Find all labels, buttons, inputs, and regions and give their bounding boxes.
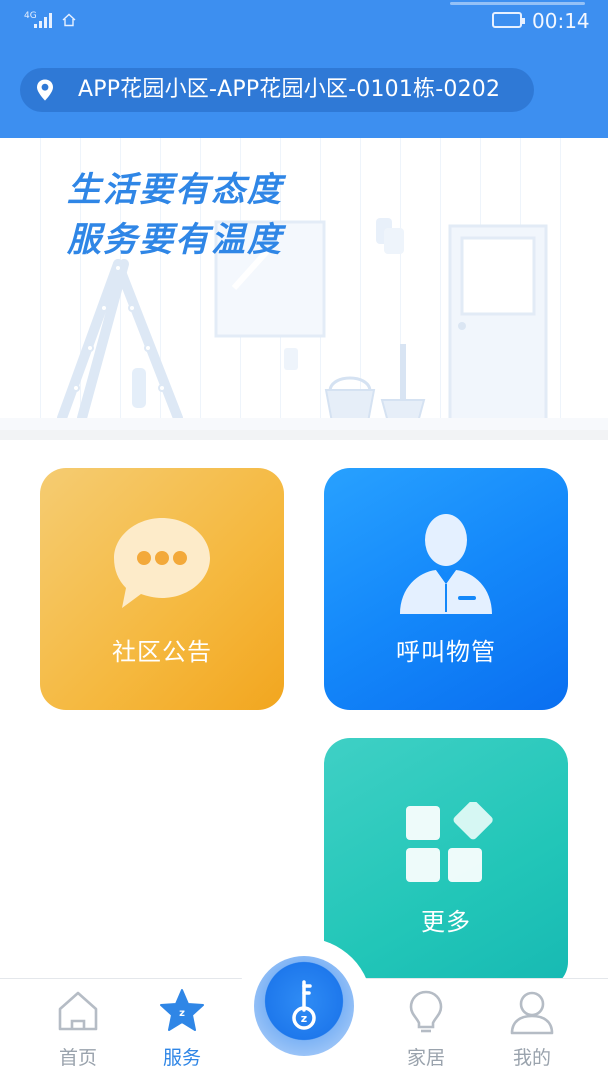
tab-services[interactable]: z 服务: [132, 979, 232, 1081]
bulb-icon: [409, 990, 443, 1033]
community-notice-card[interactable]: 社区公告: [40, 468, 284, 710]
user-icon: [510, 991, 554, 1035]
tab-smart-home[interactable]: 家居: [376, 979, 476, 1081]
tab-services-label: 服务: [162, 1047, 201, 1069]
community-notice-label: 社区公告: [112, 638, 212, 666]
call-property-label: 呼叫物管: [396, 638, 496, 666]
home-status-icon: [62, 13, 76, 27]
tab-mine-label: 我的: [512, 1047, 551, 1069]
section-divider: [0, 430, 608, 440]
star-icon: z: [160, 989, 204, 1031]
svg-text:z: z: [301, 1012, 307, 1025]
status-time: 00:14: [532, 9, 590, 33]
call-property-card[interactable]: 呼叫物管: [324, 468, 568, 710]
address-text: APP花园小区-APP花园小区-0101栋-0202: [78, 77, 501, 102]
banner-slogan-line1: 生活要有态度: [67, 170, 283, 210]
tab-home-label: 首页: [58, 1047, 97, 1069]
home-icon: [58, 991, 98, 1031]
staff-person-icon: [400, 514, 492, 614]
svg-text:z: z: [179, 1008, 185, 1019]
location-pin-icon: [37, 79, 53, 101]
battery-icon: 65: [492, 12, 525, 28]
chat-bubble-icon: [114, 518, 210, 608]
tab-mine[interactable]: 我的: [482, 979, 582, 1081]
promo-banner[interactable]: 生活要有态度 服务要有温度: [0, 138, 608, 430]
status-indicator-line: [450, 2, 585, 5]
battery-level: 65: [500, 14, 514, 25]
address-selector[interactable]: APP花园小区-APP花园小区-0101栋-0202: [20, 68, 534, 112]
tab-smart-home-label: 家居: [406, 1047, 445, 1069]
more-services-card[interactable]: 更多: [324, 738, 568, 988]
status-bar: 4G 65 00:14: [0, 0, 608, 44]
more-services-label: 更多: [421, 908, 471, 936]
tab-home[interactable]: 首页: [28, 979, 128, 1081]
apps-grid-icon: [406, 802, 493, 882]
signal-icon: [34, 13, 52, 28]
header: 4G 65 00:14 APP花园小区-APP花园小区-0101栋-0202: [0, 0, 608, 138]
banner-slogan-line2: 服务要有温度: [67, 220, 283, 260]
key-icon: z: [292, 980, 316, 1030]
door-key-button[interactable]: z: [254, 956, 354, 1056]
